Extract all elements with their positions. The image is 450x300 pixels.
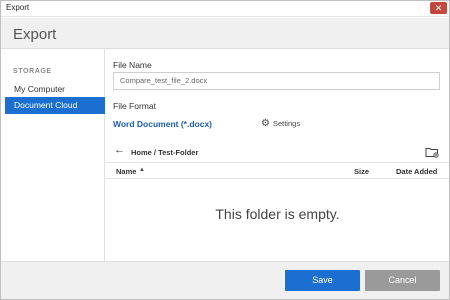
close-icon: ✕ <box>434 3 443 13</box>
sidebar-item-document-cloud[interactable]: Document Cloud <box>5 97 105 114</box>
close-button[interactable]: ✕ <box>430 2 447 14</box>
save-button[interactable]: Save <box>285 270 360 291</box>
column-header-name[interactable]: Name <box>116 167 136 176</box>
export-dialog: Export ✕ Export STORAGE My Computer Docu… <box>0 0 450 300</box>
file-name-input[interactable]: Compare_test_file_2.docx <box>113 72 440 90</box>
window-title: Export <box>6 3 30 12</box>
back-arrow-icon[interactable]: ← <box>114 145 125 156</box>
settings-label: Settings <box>272 119 301 128</box>
empty-folder-message: This folder is empty. <box>215 206 340 222</box>
settings-button[interactable]: ⚙ Settings <box>261 118 301 129</box>
title-bar: Export ✕ <box>1 1 449 17</box>
dialog-footer: Save Cancel <box>1 261 449 299</box>
dialog-heading: Export <box>13 26 57 43</box>
sort-ascending-icon[interactable]: ▲ <box>139 167 145 173</box>
storage-section-label: STORAGE <box>13 68 52 75</box>
breadcrumb: Home / Test-Folder <box>131 148 199 157</box>
sidebar-item-my-computer[interactable]: My Computer <box>5 81 105 98</box>
new-folder-icon[interactable] <box>425 145 439 158</box>
export-main-panel: File Name Compare_test_file_2.docx File … <box>106 49 449 261</box>
column-header-date-added[interactable]: Date Added <box>396 167 437 176</box>
gear-icon: ⚙ <box>261 118 270 129</box>
file-name-label: File Name <box>113 60 152 70</box>
storage-sidebar: STORAGE My Computer Document Cloud <box>1 49 105 261</box>
column-header-size[interactable]: Size <box>354 167 369 176</box>
file-list-header: Name ▲ Size Date Added <box>106 162 449 179</box>
cancel-button[interactable]: Cancel <box>365 270 440 291</box>
file-format-label: File Format <box>113 101 156 111</box>
dialog-header: Export <box>1 18 449 49</box>
file-format-link[interactable]: Word Document (*.docx) <box>113 119 212 129</box>
